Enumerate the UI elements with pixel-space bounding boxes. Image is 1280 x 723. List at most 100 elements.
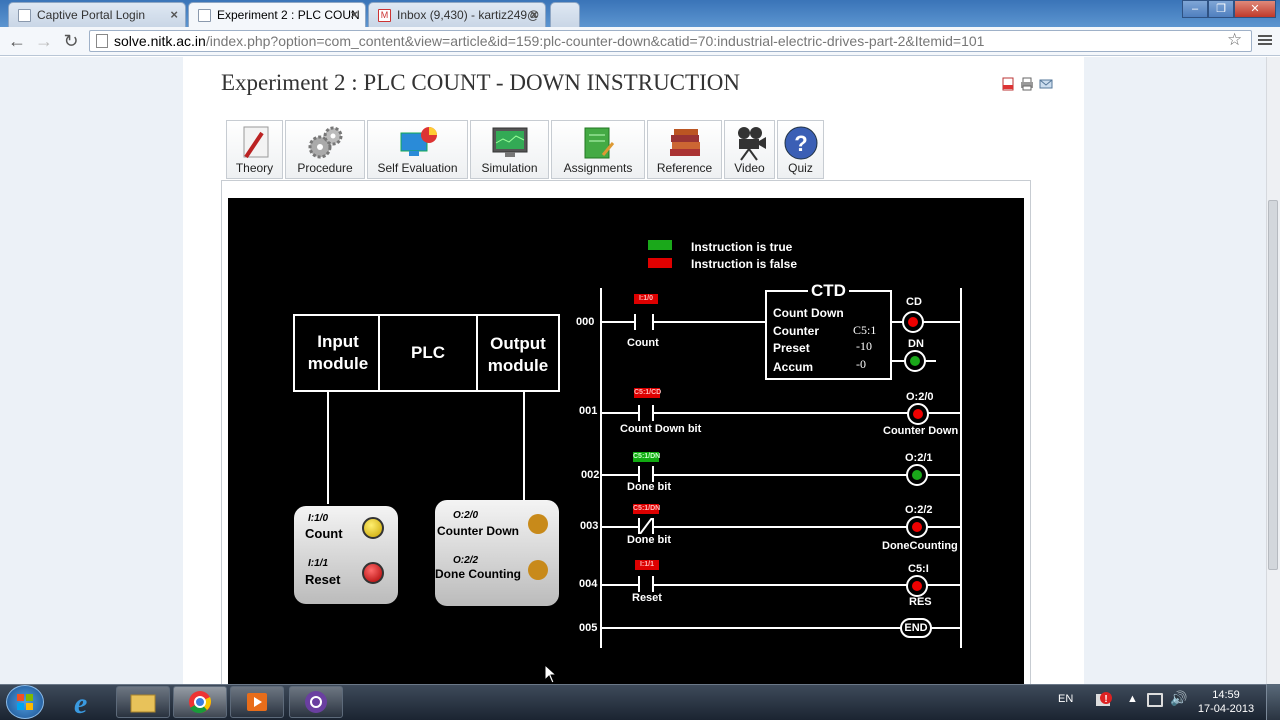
plc-simulation[interactable]: Instruction is true Instruction is false… [228,198,1024,690]
cd-coil [902,311,924,333]
self-evaluation-icon [400,127,437,156]
left-rail [600,288,602,648]
ctd-accum-value: -0 [856,357,866,371]
contact-count-down-bit [638,405,654,421]
coil-label: DoneCounting [882,540,958,552]
forward-icon[interactable]: → [34,31,54,52]
close-icon[interactable]: × [530,7,538,22]
tab-reference[interactable]: Reference [647,120,722,179]
svg-text:!: ! [1104,694,1107,705]
simulation-icon [492,127,527,157]
tab-inbox[interactable]: M Inbox (9,430) - kartiz249@ × [368,2,546,27]
menu-icon[interactable] [1258,33,1272,47]
volume-icon[interactable]: 🔊 [1170,690,1187,707]
coil-res [906,575,928,597]
torrent-button[interactable] [289,686,343,718]
media-button[interactable] [230,686,284,718]
rung-label: 001 [579,405,598,417]
address-bar[interactable]: solve.nitk.ac.in/index.php?option=com_co… [89,30,1252,52]
tab-simulation[interactable]: Simulation [470,120,549,179]
ctd-counter-value: C5:1 [853,323,877,337]
coil-label: O:2/2 [905,504,933,516]
contact-tag: C5:1/DN [633,452,661,462]
contact-tag: C5:1/DN [633,504,661,514]
coil-label: O:2/0 [906,391,934,403]
input-module-label: Input module [307,332,369,373]
tab-quiz[interactable]: ? Quiz [777,120,824,179]
print-icon[interactable] [1020,77,1034,91]
email-icon[interactable] [1039,77,1053,91]
theory-icon [243,126,268,159]
contact-label: Reset [632,592,662,604]
explorer-button[interactable] [116,686,170,718]
network-icon[interactable] [1147,693,1163,707]
tab-video[interactable]: Video [724,120,775,179]
new-tab-button[interactable] [550,2,580,27]
show-desktop-button[interactable] [1266,684,1280,720]
contact-count [634,314,654,330]
close-icon[interactable]: × [350,7,358,22]
minimize-icon[interactable]: – [1182,0,1208,18]
coil-label: Counter Down [883,425,959,437]
language-indicator[interactable]: EN [1058,693,1073,705]
contact-reset [638,576,654,592]
pdf-icon[interactable] [1001,77,1015,91]
clock[interactable]: 14:59 17-04-2013 [1196,688,1256,716]
legend-true: Instruction is true [691,240,793,254]
contact-done-bit [638,466,654,482]
rung-label: 004 [579,578,598,590]
restore-icon[interactable]: ❐ [1208,0,1234,18]
tab-self-evaluation[interactable]: Self Evaluation [367,120,468,179]
done-counting-lamp [528,560,548,580]
svg-text:?: ? [794,131,807,156]
coil-label: RES [909,596,932,608]
ctd-subtitle: Count Down [773,306,844,320]
reset-button[interactable] [362,562,384,584]
contact-label: Done bit [627,534,671,546]
coil-o22 [906,516,928,538]
start-button[interactable] [6,685,44,719]
end-coil: END [900,618,932,638]
back-icon[interactable]: ← [7,31,27,52]
output-wire [523,392,525,500]
bookmark-star-icon[interactable]: ☆ [1227,30,1242,50]
show-hidden-icon[interactable]: ▲ [1127,693,1138,705]
ctd-accum-label: Accum [773,360,814,374]
close-icon[interactable]: × [170,7,178,22]
count-button[interactable] [362,517,384,539]
reload-icon[interactable]: ↻ [61,31,81,52]
ie-icon[interactable]: e [64,686,104,720]
counter-down-lamp [528,514,548,534]
contact-label: Count Down bit [620,423,702,435]
contact-tag: I:1/0 [634,294,658,304]
rung-label: 005 [579,622,598,634]
dn-coil [904,350,926,372]
chrome-button[interactable] [173,686,227,718]
ctd-preset-label: Preset [773,341,810,355]
coil-label: C5:I [908,563,929,575]
tab-procedure[interactable]: Procedure [285,120,365,179]
close-window-icon[interactable]: ✕ [1234,0,1276,18]
tab-assignments[interactable]: Assignments [551,120,645,179]
tab-experiment[interactable]: Experiment 2 : PLC COUN × [188,2,366,27]
tab-captive-portal[interactable]: Captive Portal Login × [8,2,186,27]
coil-label: O:2/1 [905,452,933,464]
rung-label: 003 [580,520,599,532]
gmail-icon: M [378,9,391,22]
cd-label: CD [906,296,922,308]
action-center-icon[interactable]: ! [1093,690,1113,712]
legend-false-swatch [648,258,672,268]
page-icon [198,9,211,22]
contact-label: Done bit [627,481,671,493]
scrollbar-thumb[interactable] [1268,200,1278,570]
video-camera-icon [737,127,766,161]
contact-tag: C5:1/CD [634,388,662,398]
ctd-preset-value: -10 [856,339,872,353]
page-title: Experiment 2 : PLC COUNT - DOWN INSTRUCT… [221,70,740,95]
coil-o21 [906,464,928,486]
legend-false: Instruction is false [691,257,798,271]
contact-tag: I:1/1 [635,560,659,570]
page-icon [18,9,31,22]
tab-theory[interactable]: Theory [226,120,283,179]
right-rail [960,288,962,648]
